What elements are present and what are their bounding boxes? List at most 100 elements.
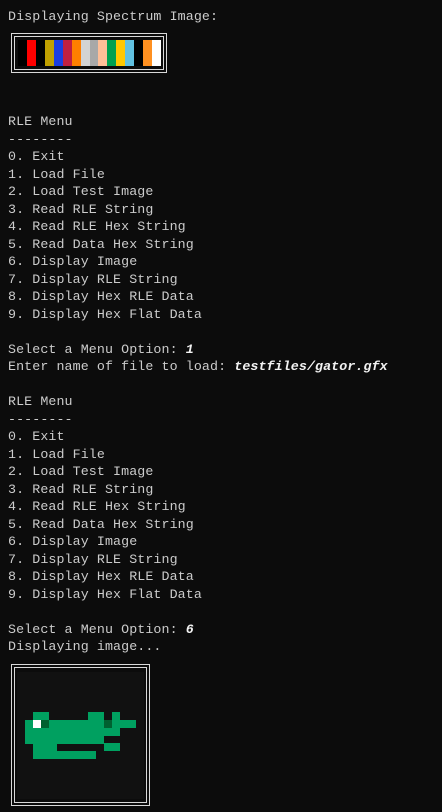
gator-pixel	[32, 711, 41, 720]
prompt2-line: Select a Menu Option: 6	[8, 621, 194, 639]
gator-pixel	[72, 735, 81, 744]
menu1-option: 8. Display Hex RLE Data	[8, 289, 194, 304]
gator-pixel	[112, 743, 121, 752]
spectrum-swatch	[134, 40, 144, 66]
file-prompt-label: Enter name of file to load:	[8, 359, 235, 374]
spectrum-swatch	[44, 40, 54, 66]
file-prompt-line: Enter name of file to load: testfiles/ga…	[8, 358, 388, 376]
spectrum-image	[18, 40, 161, 66]
menu1-option: 6. Display Image	[8, 254, 138, 269]
menu1-option: 9. Display Hex Flat Data	[8, 306, 202, 322]
gator-pixel	[48, 727, 57, 736]
gator-pixel	[40, 743, 49, 752]
prompt1-label: Select a Menu Option:	[8, 341, 186, 357]
gator-pixel	[32, 727, 41, 736]
gator-pixel	[112, 711, 121, 720]
prompt1-input[interactable]: 1	[186, 342, 194, 357]
prompt1-line: Select a Menu Option: 1	[8, 341, 194, 359]
gator-pixel	[32, 719, 41, 728]
menu2-separator: --------	[8, 411, 73, 427]
gator-pixel	[120, 719, 129, 728]
spectrum-swatch	[89, 40, 99, 66]
gator-pixel	[40, 711, 49, 720]
terminal-window: Displaying Spectrum Image: RLE Menu ----…	[0, 0, 442, 812]
gator-pixel	[64, 751, 73, 760]
menu1-option: 2. Load Test Image	[8, 184, 154, 199]
spectrum-swatch	[18, 40, 27, 66]
menu1-option: 0. Exit	[8, 149, 65, 164]
spectrum-swatch	[107, 40, 117, 66]
gator-pixel	[104, 743, 113, 752]
gator-pixel	[24, 719, 33, 728]
menu2-option: 7. Display RLE String	[8, 551, 178, 567]
gator-pixel	[72, 719, 81, 728]
gator-pixel	[88, 719, 97, 728]
menu2-option: 5. Read Data Hex String	[8, 516, 194, 532]
gator-pixel	[96, 719, 105, 728]
spectrum-header: Displaying Spectrum Image:	[8, 9, 219, 24]
menu2-title: RLE Menu	[8, 394, 73, 409]
gator-pixel	[56, 719, 65, 728]
gator-pixel	[32, 735, 41, 744]
menu2-option: 1. Load File	[8, 446, 105, 462]
spectrum-swatch	[71, 40, 81, 66]
gator-pixel	[112, 719, 121, 728]
gator-pixel	[56, 751, 65, 760]
gator-pixel	[56, 727, 65, 736]
menu1-option: 5. Read Data Hex String	[8, 236, 194, 252]
gator-pixel	[128, 719, 137, 728]
spectrum-swatch	[143, 40, 153, 66]
gator-pixel	[40, 727, 49, 736]
spectrum-swatch	[80, 40, 90, 66]
gator-pixel	[64, 719, 73, 728]
gator-pixel	[56, 735, 65, 744]
gator-image	[17, 672, 144, 799]
gator-pixel	[48, 719, 57, 728]
spectrum-swatch	[98, 40, 108, 66]
spectrum-swatch	[53, 40, 63, 66]
gator-pixel	[88, 751, 97, 760]
gator-pixel	[24, 735, 33, 744]
spectrum-swatch	[62, 40, 72, 66]
gator-pixel	[96, 727, 105, 736]
spectrum-swatch	[35, 40, 45, 66]
menu2-option: 4. Read RLE Hex String	[8, 499, 186, 514]
gator-pixel	[112, 727, 121, 736]
gator-pixel	[72, 727, 81, 736]
menu1-option: 1. Load File	[8, 166, 105, 182]
prompt2-input[interactable]: 6	[186, 622, 194, 637]
gator-pixel	[48, 751, 57, 760]
gator-pixel	[80, 751, 89, 760]
menu1-separator: --------	[8, 131, 73, 147]
gator-pixel	[88, 727, 97, 736]
gator-pixel	[80, 719, 89, 728]
gator-pixel	[88, 711, 97, 720]
spectrum-swatch	[125, 40, 135, 66]
menu2-option: 3. Read RLE String	[8, 481, 154, 497]
gator-pixel	[104, 719, 113, 728]
menu2-option: 2. Load Test Image	[8, 464, 154, 479]
gator-pixel	[96, 711, 105, 720]
menu2-option: 0. Exit	[8, 429, 65, 444]
menu2-option: 9. Display Hex Flat Data	[8, 586, 202, 602]
gator-pixel	[40, 735, 49, 744]
spectrum-swatch	[26, 40, 36, 66]
gator-pixel	[64, 735, 73, 744]
spectrum-swatch	[116, 40, 126, 66]
menu2-option: 6. Display Image	[8, 534, 138, 549]
file-prompt-input[interactable]: testfiles/gator.gfx	[234, 359, 388, 374]
menu1-option: 4. Read RLE Hex String	[8, 219, 186, 234]
gator-pixel	[40, 719, 49, 728]
menu1-option: 7. Display RLE String	[8, 271, 178, 287]
gator-pixel	[104, 727, 113, 736]
gator-pixel	[88, 735, 97, 744]
gator-pixel	[96, 735, 105, 744]
gator-pixel	[32, 751, 41, 760]
display-message: Displaying image...	[8, 639, 162, 654]
gator-pixel	[32, 743, 41, 752]
gator-pixel	[80, 735, 89, 744]
gator-pixel	[48, 743, 57, 752]
menu2-option: 8. Display Hex RLE Data	[8, 569, 194, 584]
spectrum-swatch	[152, 40, 161, 66]
gator-pixel	[24, 727, 33, 736]
